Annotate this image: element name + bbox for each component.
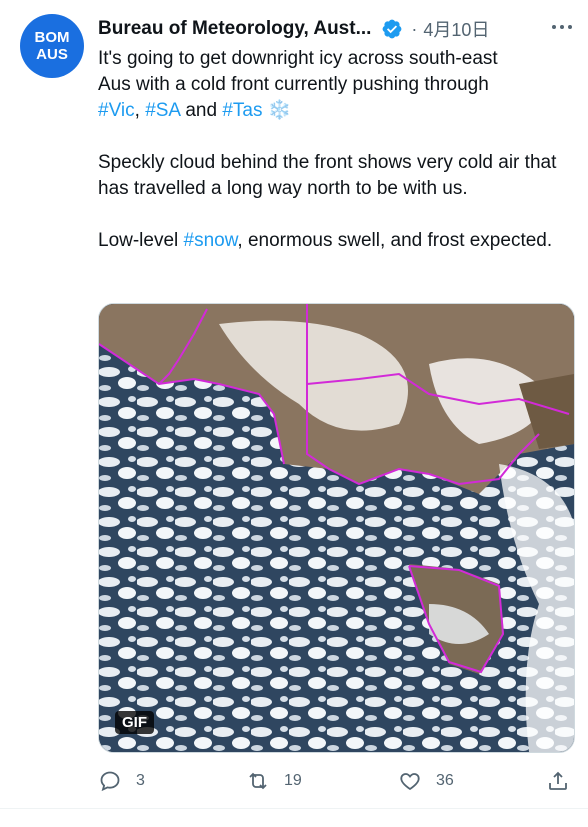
snowflake-icon: ❄️ xyxy=(267,100,292,121)
tweet-line: Aus with a cold front currently pushing … xyxy=(98,74,489,95)
heart-icon xyxy=(400,773,420,791)
separator-dot: · xyxy=(411,18,418,39)
like-button[interactable]: 36 xyxy=(398,766,454,796)
tweet-date[interactable]: 4月10日 xyxy=(423,16,489,42)
satellite-gif[interactable]: GIF xyxy=(98,303,575,753)
satellite-image xyxy=(99,304,574,752)
verified-icon xyxy=(383,19,402,39)
tweet-actions: 3 19 36 xyxy=(98,766,578,796)
tweet-header: Bureau of Meteorology, Aust... · 4月10日 xyxy=(98,16,578,42)
tweet-text-segment: Low-level xyxy=(98,230,179,251)
like-count: 36 xyxy=(436,772,454,789)
comma: , xyxy=(134,100,140,121)
avatar-text-line1: BOM xyxy=(34,29,70,46)
reply-button[interactable]: 3 xyxy=(98,766,145,796)
avatar-text-line2: AUS xyxy=(36,46,68,63)
hashtag-tas[interactable]: #Tas xyxy=(222,100,262,121)
hashtag-sa[interactable]: #SA xyxy=(145,100,180,121)
share-button[interactable] xyxy=(546,766,584,796)
reply-icon xyxy=(100,771,120,792)
tweet-paragraph-2: Speckly cloud behind the front shows ver… xyxy=(98,152,557,199)
retweet-count: 19 xyxy=(284,772,302,789)
reply-count: 3 xyxy=(136,772,145,789)
gif-badge: GIF xyxy=(115,711,154,734)
hashtag-snow[interactable]: #snow xyxy=(184,230,238,251)
more-options-icon[interactable] xyxy=(552,14,572,40)
share-icon xyxy=(549,771,567,790)
tweet-text-segment: , enormous swell, and frost expected. xyxy=(237,230,553,251)
conjunction: and xyxy=(185,100,218,121)
avatar[interactable]: BOM AUS xyxy=(20,14,84,78)
tweet-line: It's going to get downright icy across s… xyxy=(98,48,498,69)
display-name[interactable]: Bureau of Meteorology, Aust... xyxy=(98,18,371,40)
retweet-button[interactable]: 19 xyxy=(246,766,302,796)
retweet-icon xyxy=(249,772,267,790)
tweet-paragraph-3: Low-level #snow, enormous swell, and fro… xyxy=(98,228,568,254)
divider xyxy=(0,808,588,809)
tweet-text: It's going to get downright icy across s… xyxy=(98,46,568,280)
tweet-paragraph-1: It's going to get downright icy across s… xyxy=(98,46,568,124)
hashtag-vic[interactable]: #Vic xyxy=(98,100,135,121)
